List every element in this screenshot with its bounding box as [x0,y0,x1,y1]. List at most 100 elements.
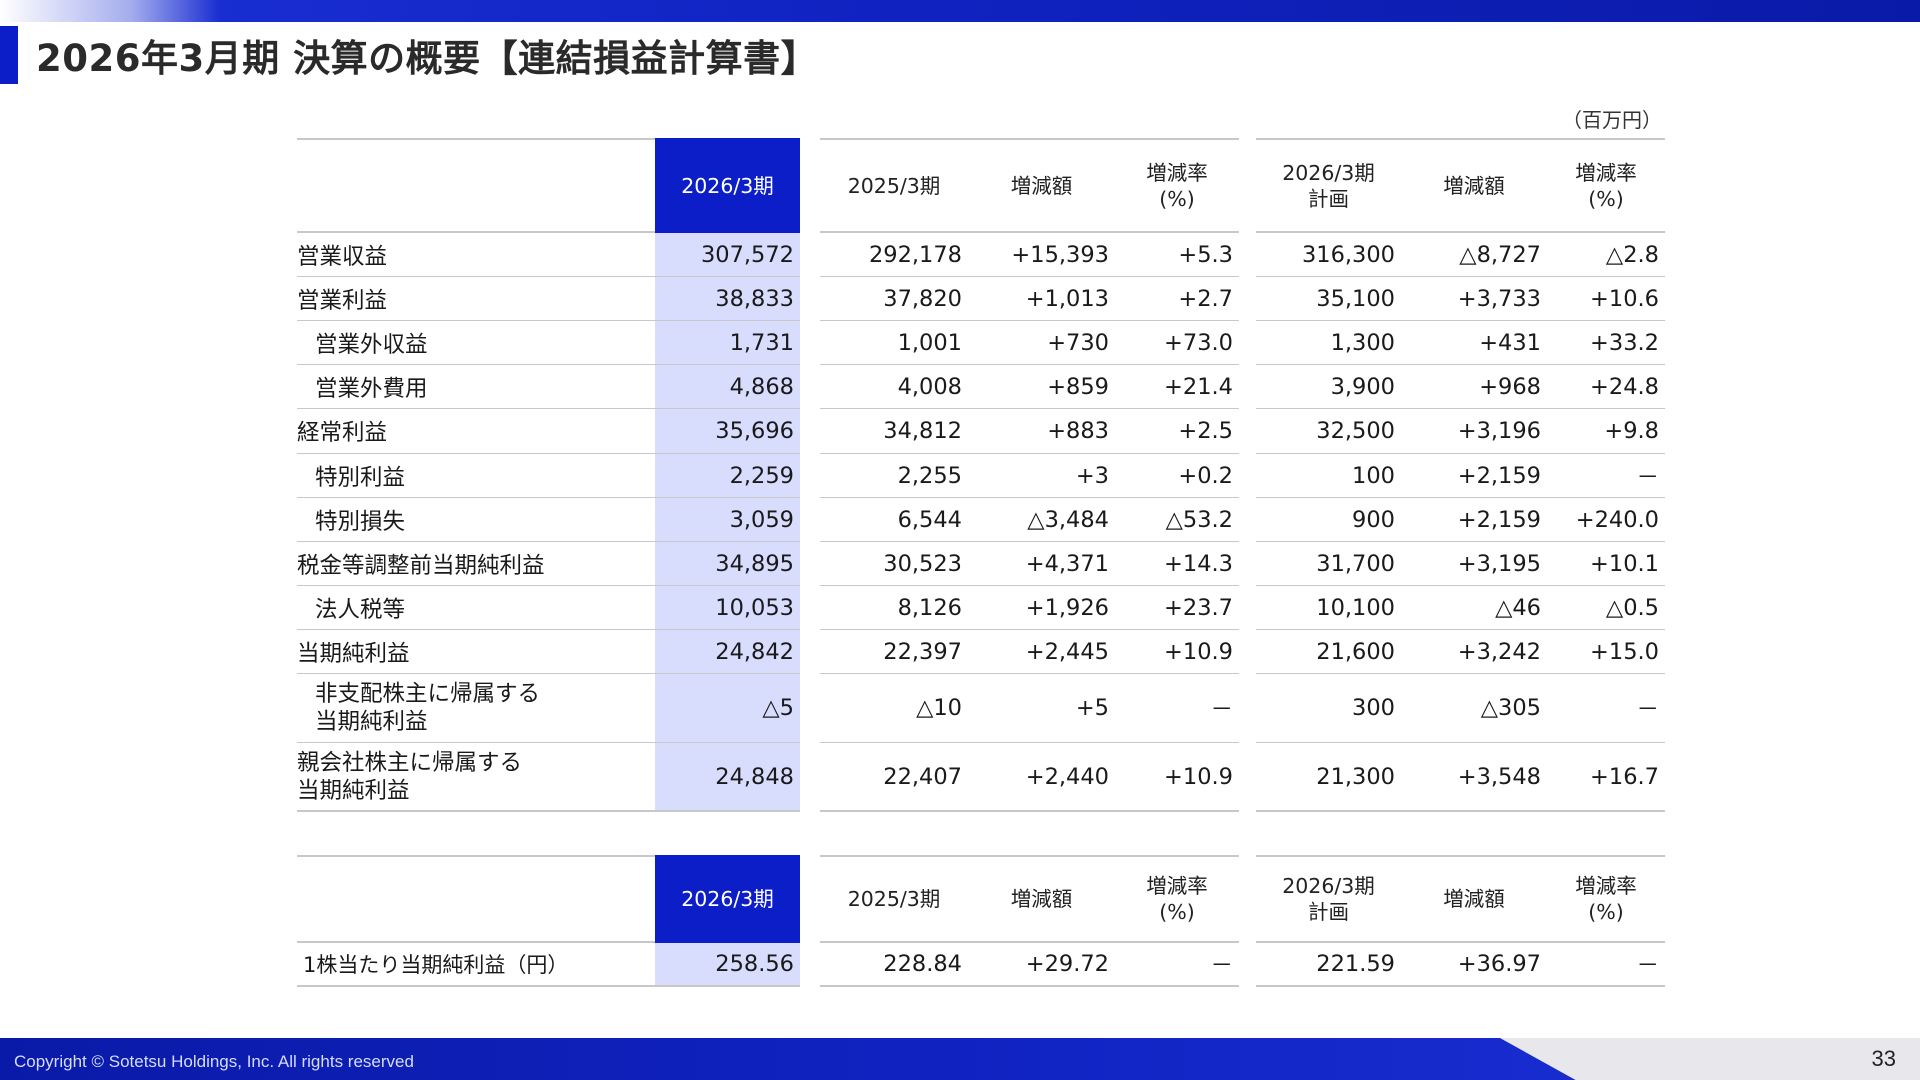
table-row: 当期純利益 24,842 22,397 +2,445 +10.9 21,600 … [297,630,1665,674]
header-rate-line1: 増減率 [1146,160,1208,185]
cell-rate: +10.9 [1115,743,1239,812]
cell-plan-diff: +2,159 [1401,454,1547,498]
cell-diff: +5 [968,674,1115,743]
cell-plan-rate: － [1547,454,1665,498]
cell-rate: +10.9 [1115,630,1239,674]
table-row: 特別利益 2,259 2,255 +3 +0.2 100 +2,159 － [297,454,1665,498]
cell-plan-diff: +3,242 [1401,630,1547,674]
table-row: 非支配株主に帰属する 当期純利益 △5 △10 +5 － 300 △305 － [297,674,1665,743]
cell-current: 1,731 [655,321,800,365]
cell-rate: +21.4 [1115,365,1239,409]
eps-header-row: 2026/3期 2025/3期 増減額 増減率 (%) 2026/3期 計画 増減額… [297,855,1665,943]
gap-cell [1239,743,1256,812]
cell-diff: +730 [968,321,1115,365]
header-current: 2026/3期 [655,855,800,943]
gap-cell [1239,365,1256,409]
cell-current: 24,848 [655,743,800,812]
table-header-row: 2026/3期 2025/3期 増減額 増減率 (%) 2026/3期 計画 増減額… [297,138,1665,233]
header-plan-line2: 計画 [1308,900,1349,924]
gap-cell [1239,542,1256,586]
gap-cell [1239,233,1256,277]
row-label: 営業外収益 [297,321,655,365]
cell-diff: +29.72 [968,943,1115,987]
cell-prev: 22,407 [820,743,968,812]
row-label: 営業利益 [297,277,655,321]
cell-rate: +5.3 [1115,233,1239,277]
header-prev: 2025/3期 [820,855,968,943]
cell-plan: 1,300 [1256,321,1401,365]
cell-prev: 34,812 [820,409,968,454]
gap-cell [800,365,820,409]
gap-cell [1239,277,1256,321]
cell-plan: 21,300 [1256,743,1401,812]
gap-cell [800,498,820,542]
header-plan-rate-line1: 増減率 [1575,874,1637,898]
header-rate-line2: (%) [1159,900,1195,924]
header-rate: 増減率 (%) [1115,855,1239,943]
cell-rate: +23.7 [1115,586,1239,630]
header-gap [800,855,820,943]
header-plan-line1: 2026/3期 [1282,874,1375,898]
cell-current: 24,842 [655,630,800,674]
cell-diff: +4,371 [968,542,1115,586]
cell-diff: +1,926 [968,586,1115,630]
cell-plan: 32,500 [1256,409,1401,454]
cell-current: △5 [655,674,800,743]
cell-plan: 31,700 [1256,542,1401,586]
cell-plan-rate: +24.8 [1547,365,1665,409]
header-plan-line2: 計画 [1308,186,1349,211]
gap-cell [800,542,820,586]
gap-cell [1239,454,1256,498]
header-plan: 2026/3期 計画 [1256,855,1401,943]
table-row: 税金等調整前当期純利益 34,895 30,523 +4,371 +14.3 3… [297,542,1665,586]
gap-cell [800,454,820,498]
cell-diff: +3 [968,454,1115,498]
cell-current: 38,833 [655,277,800,321]
cell-rate: － [1115,943,1239,987]
cell-rate: △53.2 [1115,498,1239,542]
header-label-cell [297,138,655,233]
row-label-line2: 当期純利益 [315,709,428,735]
table-row: 営業外収益 1,731 1,001 +730 +73.0 1,300 +431 … [297,321,1665,365]
gap-cell [1239,321,1256,365]
cell-plan: 3,900 [1256,365,1401,409]
gap-cell [800,409,820,454]
cell-diff: △3,484 [968,498,1115,542]
table-row: 営業収益 307,572 292,178 +15,393 +5.3 316,30… [297,233,1665,277]
cell-current: 10,053 [655,586,800,630]
gap-cell [800,277,820,321]
gap-cell [800,943,820,987]
gap-cell [1239,409,1256,454]
header-plan-rate-line2: (%) [1588,900,1624,924]
gap-cell [800,233,820,277]
cell-prev: 6,544 [820,498,968,542]
gap-cell [800,586,820,630]
cell-plan-rate: +9.8 [1547,409,1665,454]
cell-plan-diff: △305 [1401,674,1547,743]
cell-plan-diff: +3,733 [1401,277,1547,321]
cell-plan: 100 [1256,454,1401,498]
header-plan-line1: 2026/3期 [1282,160,1375,185]
eps-table: 2026/3期 2025/3期 増減額 増減率 (%) 2026/3期 計画 増減額… [297,855,1665,987]
cell-plan-diff: +3,548 [1401,743,1547,812]
cell-diff: +1,013 [968,277,1115,321]
gap-cell [800,674,820,743]
row-label: 営業外費用 [297,365,655,409]
row-label-line2: 当期純利益 [297,777,410,804]
eps-row: 1株当たり当期純利益（円） 258.56 228.84 +29.72 － 221… [297,943,1665,987]
table-row: 経常利益 35,696 34,812 +883 +2.5 32,500 +3,1… [297,409,1665,454]
cell-plan: 21,600 [1256,630,1401,674]
gap-cell [1239,586,1256,630]
header-plan-rate-line1: 増減率 [1575,160,1637,185]
cell-plan-diff: △46 [1401,586,1547,630]
header-prev: 2025/3期 [820,138,968,233]
page-number: 33 [1871,1046,1896,1071]
header-plan-rate: 増減率 (%) [1547,138,1665,233]
header-gap [800,138,820,233]
cell-rate: +14.3 [1115,542,1239,586]
cell-diff: +859 [968,365,1115,409]
cell-current: 307,572 [655,233,800,277]
copyright-text: Copyright © Sotetsu Holdings, Inc. All r… [14,1052,414,1071]
cell-prev: 8,126 [820,586,968,630]
cell-prev: 37,820 [820,277,968,321]
